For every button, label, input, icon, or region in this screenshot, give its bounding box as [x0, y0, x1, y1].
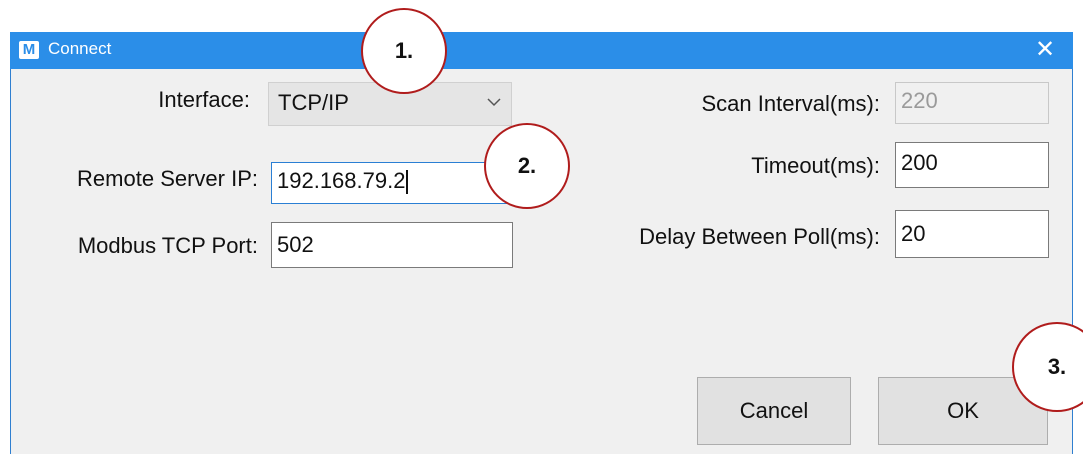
delay-between-poll-input[interactable]: 20	[895, 210, 1049, 258]
remote-server-ip-label: Remote Server IP:	[77, 166, 258, 191]
chevron-down-icon	[487, 98, 501, 107]
delay-between-poll-value: 20	[901, 221, 926, 246]
modbus-tcp-port-label: Modbus TCP Port:	[77, 233, 258, 258]
cancel-button[interactable]: Cancel	[697, 377, 851, 445]
window-title: Connect	[48, 39, 112, 58]
close-icon[interactable]: ✕	[1031, 35, 1059, 65]
timeout-value: 200	[901, 150, 938, 175]
title-bar[interactable]: M Connect ✕	[10, 32, 1073, 69]
text-cursor	[406, 170, 409, 195]
timeout-input[interactable]: 200	[895, 142, 1049, 188]
callout-2: 2.	[484, 123, 570, 209]
interface-label: Interface:	[158, 87, 250, 112]
remote-server-ip-input[interactable]: 192.168.79.2	[271, 162, 511, 204]
modbus-tcp-port-value: 502	[277, 232, 314, 257]
callout-1: 1.	[361, 8, 447, 94]
scan-interval-value: 220	[901, 88, 938, 113]
scan-interval-label: Scan Interval(ms):	[701, 91, 881, 116]
timeout-label: Timeout(ms):	[751, 153, 880, 178]
scan-interval-input: 220	[895, 82, 1049, 124]
modbus-tcp-port-input[interactable]: 502	[271, 222, 513, 268]
delay-between-poll-label: Delay Between Poll(ms):	[639, 224, 880, 249]
remote-server-ip-value: 192.168.79.2	[277, 168, 406, 193]
interface-select-value: TCP/IP	[278, 90, 349, 115]
app-icon: M	[19, 41, 39, 59]
